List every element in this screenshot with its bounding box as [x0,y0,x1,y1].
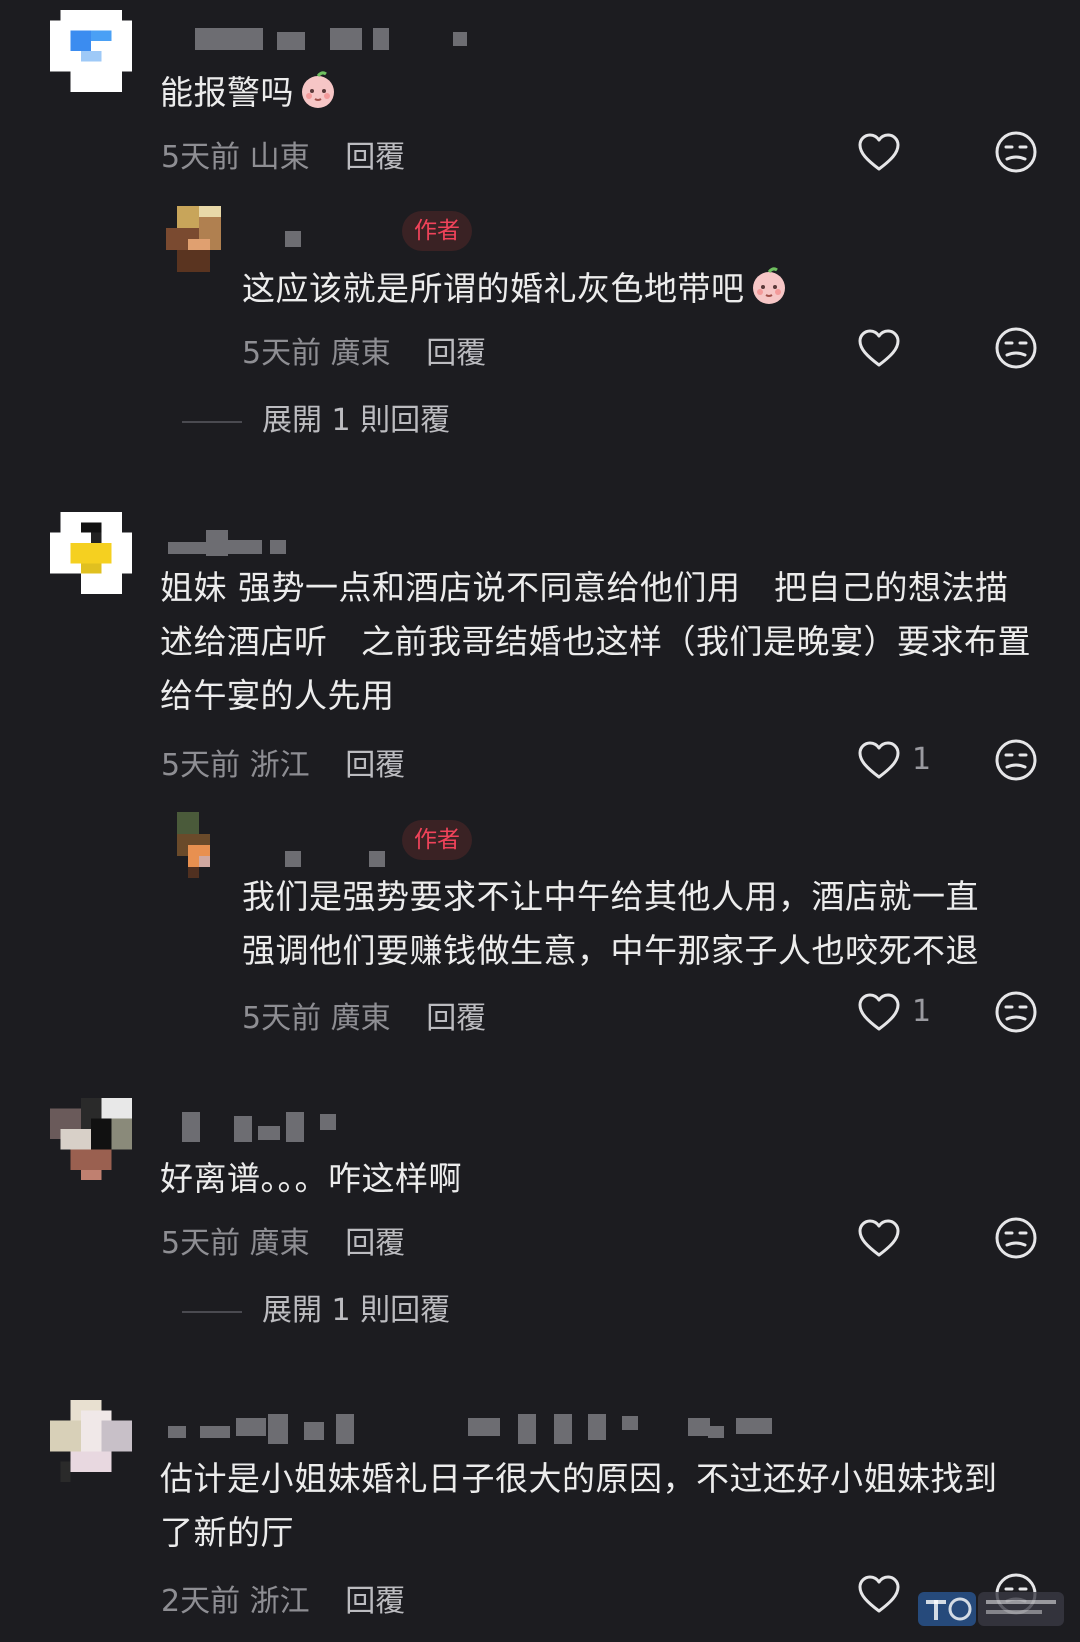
username[interactable] [168,1414,772,1444]
author-badge: 作者 [402,820,472,860]
location: 山東 [249,140,310,175]
reply-button[interactable]: 回覆 [345,1584,405,1619]
reply-button[interactable]: 回覆 [345,1226,405,1261]
comment-text: 这应该就是所谓的婚礼灰色地带吧 [242,262,789,316]
comment-meta: 2天前 浙江 回覆 [161,1576,405,1620]
comment-text: 好离谱。。。咋这样啊 [160,1159,462,1198]
meh-face-icon[interactable] [994,326,1038,370]
comment-meta: 5天前 山東 回覆 [161,132,405,176]
location: 浙江 [249,748,310,783]
user-avatar[interactable] [50,1098,132,1180]
baby-face-emoji [298,70,338,110]
comment-text: 估计是小姐妹婚礼日子很大的原因，不过还好小姐妹找到 了新的厅 [160,1459,998,1552]
location: 浙江 [249,1584,310,1619]
comment-text: 能报警吗 [160,66,338,120]
like-count: 1 [912,994,932,1029]
location: 廣東 [330,1001,391,1036]
heart-outline-icon[interactable] [857,992,901,1032]
user-avatar[interactable] [50,512,132,594]
meh-face-icon[interactable] [994,130,1038,174]
heart-outline-icon[interactable] [857,132,901,172]
comment-text: 姐妹 强势一点和酒店说不同意给他们用 把自己的想法描 述给酒店听 之前我哥结婚也… [160,568,1031,715]
comment-meta: 5天前 浙江 回覆 [161,740,405,784]
comment-text: 我们是强势要求不让中午给其他人用，酒店就一直 强调他们要赚钱做生意，中午那家子人… [242,877,979,970]
user-avatar[interactable] [50,1400,132,1482]
location: 廣東 [330,336,391,371]
meh-face-icon[interactable] [994,1216,1038,1260]
divider-line [182,420,242,423]
username[interactable] [182,1112,342,1142]
expand-replies-button[interactable]: 展開 1 則回覆 [182,395,450,439]
timestamp: 5天前 [161,1226,241,1261]
username[interactable] [285,848,385,870]
user-avatar[interactable] [166,812,232,878]
meh-face-icon[interactable] [994,738,1038,782]
divider-line [182,1310,242,1313]
heart-outline-icon[interactable] [857,1218,901,1258]
location: 廣東 [249,1226,310,1261]
username[interactable] [285,228,305,250]
username[interactable] [168,530,288,556]
site-watermark-logo [918,1592,1064,1626]
timestamp: 5天前 [242,1001,322,1036]
comment-meta: 5天前 廣東 回覆 [242,328,486,372]
timestamp: 5天前 [242,336,322,371]
heart-outline-icon[interactable] [857,328,901,368]
baby-face-emoji [749,266,789,306]
reply-button[interactable]: 回覆 [345,748,405,783]
timestamp: 2天前 [161,1584,241,1619]
reply-button[interactable]: 回覆 [426,336,486,371]
author-badge: 作者 [402,211,472,251]
timestamp: 5天前 [161,140,241,175]
meh-face-icon[interactable] [994,990,1038,1034]
heart-outline-icon[interactable] [857,740,901,780]
comment-meta: 5天前 廣東 回覆 [161,1218,405,1262]
expand-replies-button[interactable]: 展開 1 則回覆 [182,1285,450,1329]
reply-button[interactable]: 回覆 [345,140,405,175]
comment-meta: 5天前 廣東 回覆 [242,993,486,1037]
user-avatar[interactable] [50,10,132,92]
user-avatar[interactable] [166,206,232,272]
timestamp: 5天前 [161,748,241,783]
reply-button[interactable]: 回覆 [426,1001,486,1036]
like-count: 1 [912,742,932,777]
username[interactable] [195,28,467,50]
heart-outline-icon[interactable] [857,1574,901,1614]
